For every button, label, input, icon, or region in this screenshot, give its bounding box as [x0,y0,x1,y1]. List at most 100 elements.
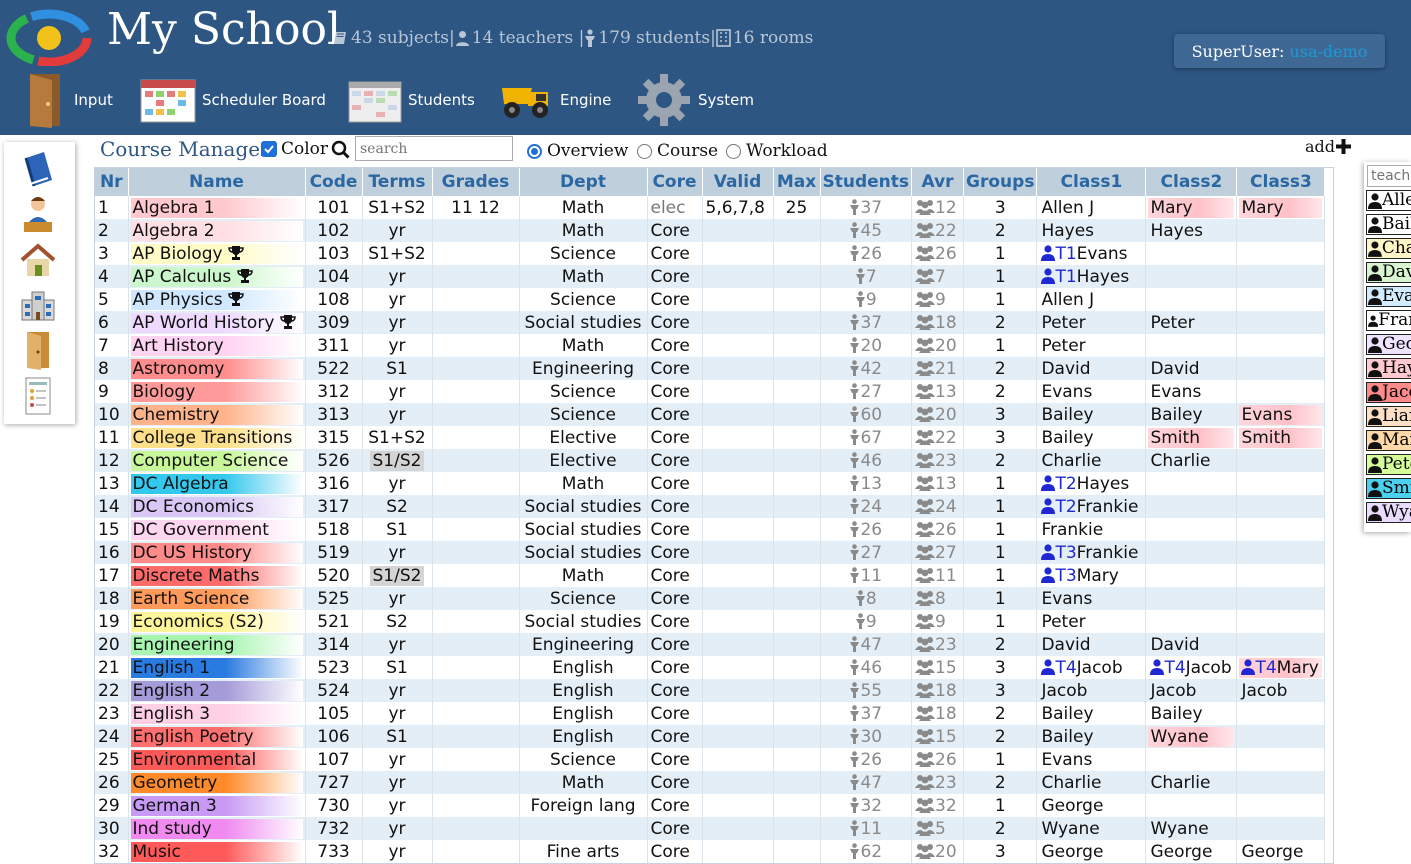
class-teacher[interactable]: Jacob [1239,681,1322,701]
class2-cell[interactable] [1145,472,1238,495]
class1-cell[interactable]: Bailey [1036,403,1147,426]
column-header-class3[interactable]: Class3 [1236,168,1326,196]
school-building-icon[interactable] [18,286,58,326]
table-row[interactable]: 25 Environmental 107 yr Science Core 26 26 1 Evan… [95,748,1326,771]
column-header-name[interactable]: Name [128,168,306,196]
column-header-nr[interactable]: Nr [95,168,129,196]
class3-cell[interactable] [1236,771,1326,794]
class3-cell[interactable]: George [1236,840,1326,863]
class1-cell[interactable]: Peter [1036,311,1147,334]
teacher-chip[interactable]: Smith [1366,478,1411,499]
class-teacher[interactable]: Peter [1039,313,1143,333]
class1-cell[interactable]: Charlie [1036,449,1147,472]
course-name-cell[interactable]: College Transitions [128,426,306,449]
class-teacher[interactable]: David [1039,359,1143,379]
column-header-terms[interactable]: Terms [362,168,433,196]
table-row[interactable]: 12 Computer Science 526 S1/S2 Elective Core 46… [95,449,1326,472]
house-icon[interactable] [18,240,58,280]
class-teacher[interactable]: Peter [1039,612,1143,632]
course-name-chip[interactable]: AP Biology [130,243,303,264]
course-name[interactable]: German 3 [133,796,217,816]
column-header-groups[interactable]: Groups [963,168,1038,196]
view-course-radio[interactable]: Course [637,141,718,161]
course-name-cell[interactable]: Algebra 2 [128,219,306,242]
class3-cell[interactable] [1236,725,1326,748]
class-teacher[interactable]: Evans [1039,382,1143,402]
course-name-cell[interactable]: DC Economics [128,495,306,518]
class2-cell[interactable]: Evans [1145,380,1238,403]
class3-cell[interactable] [1236,748,1326,771]
class1-cell[interactable]: Peter [1036,610,1147,633]
course-name-cell[interactable]: Astronomy [128,357,306,380]
class2-cell[interactable]: Smith [1145,426,1238,449]
course-name-cell[interactable]: Art History [128,334,306,357]
course-name-chip[interactable]: Algebra 2 [130,220,303,241]
class3-cell[interactable] [1236,334,1326,357]
class-teacher[interactable]: T4Mary [1239,657,1323,678]
course-name-cell[interactable]: Economics (S2) [128,610,306,633]
class2-cell[interactable] [1145,541,1238,564]
class-teacher[interactable]: Bailey [1039,704,1143,724]
teacher-chip[interactable]: Peter [1366,454,1411,475]
class-teacher[interactable]: David [1148,635,1234,655]
class2-cell[interactable] [1145,334,1238,357]
table-row[interactable]: 18 Earth Science 525 yr Science Core 8 8 1 Evans [95,587,1326,610]
course-name-cell[interactable]: AP Calculus [128,265,306,288]
class2-cell[interactable]: Mary [1145,196,1238,219]
class2-cell[interactable]: T4Jacob [1145,656,1238,679]
course-name[interactable]: Astronomy [133,359,225,379]
user-account-link[interactable]: usa-demo [1289,42,1367,61]
course-name[interactable]: AP World History [133,313,275,333]
teacher-chip[interactable]: Allen [1366,190,1411,211]
course-name-cell[interactable]: DC Government [128,518,306,541]
course-name-chip[interactable]: College Transitions [130,427,303,448]
class-teacher[interactable]: Bailey [1039,405,1143,425]
class1-cell[interactable]: T1Evans [1036,242,1147,265]
nav-input[interactable]: Input [24,70,113,130]
class2-cell[interactable]: David [1145,357,1238,380]
course-name-cell[interactable]: DC US History [128,541,306,564]
column-header-avr[interactable]: Avr [911,168,965,196]
class2-cell[interactable]: Hayes [1145,219,1238,242]
class-teacher[interactable]: Peter [1148,313,1234,333]
course-name-cell[interactable]: Geometry [128,771,306,794]
table-row[interactable]: 11 College Transitions 315 S1+S2 Elective Cor… [95,426,1326,449]
course-name[interactable]: English 1 [133,658,211,678]
table-row[interactable]: 15 DC Government 518 S1 Social studies Core 26… [95,518,1326,541]
course-name-chip[interactable]: DC Government [130,519,303,540]
course-name-chip[interactable]: Algebra 1 [130,197,303,218]
class2-cell[interactable] [1145,794,1238,817]
class-teacher[interactable]: T1Hayes [1039,267,1143,287]
course-name-cell[interactable]: English 2 [128,679,306,702]
course-name-chip[interactable]: Chemistry [130,404,303,425]
course-name-cell[interactable]: Chemistry [128,403,306,426]
class2-cell[interactable] [1145,288,1238,311]
class-teacher[interactable]: Charlie [1148,451,1234,471]
teacher-chip[interactable]: Jacob [1366,382,1411,403]
course-name-chip[interactable]: English 1 [130,657,303,678]
column-header-class2[interactable]: Class2 [1145,168,1238,196]
class2-cell[interactable] [1145,242,1238,265]
class-teacher[interactable]: T3Mary [1039,566,1143,586]
course-name-chip[interactable]: Art History [130,335,303,356]
course-name-cell[interactable]: Engineering [128,633,306,656]
course-name-chip[interactable]: English 3 [130,703,303,724]
table-row[interactable]: 20 Engineering 314 yr Engineering Core 47 23 2 Da… [95,633,1326,656]
table-row[interactable]: 14 DC Economics 317 S2 Social studies Core 24 2… [95,495,1326,518]
course-name[interactable]: Engineering [133,635,235,655]
class1-cell[interactable]: Allen J [1036,196,1147,219]
course-name[interactable]: Discrete Maths [133,566,260,586]
table-row[interactable]: 9 Biology 312 yr Science Core 27 13 2 Evans Evans [95,380,1326,403]
course-name-cell[interactable]: Computer Science [128,449,306,472]
course-name[interactable]: Earth Science [133,589,250,609]
table-row[interactable]: 26 Geometry 727 yr Math Core 47 23 2 Charlie Charl… [95,771,1326,794]
class1-cell[interactable]: David [1036,357,1147,380]
class1-cell[interactable]: T2Frankie [1036,495,1147,518]
class2-cell[interactable] [1145,587,1238,610]
class2-cell[interactable]: George [1145,840,1238,863]
class1-cell[interactable]: Evans [1036,380,1147,403]
door-icon[interactable] [18,330,58,370]
nav-system[interactable]: System [636,70,754,130]
class2-cell[interactable] [1145,564,1238,587]
table-row[interactable]: 16 DC US History 519 yr Social studies Core 27… [95,541,1326,564]
